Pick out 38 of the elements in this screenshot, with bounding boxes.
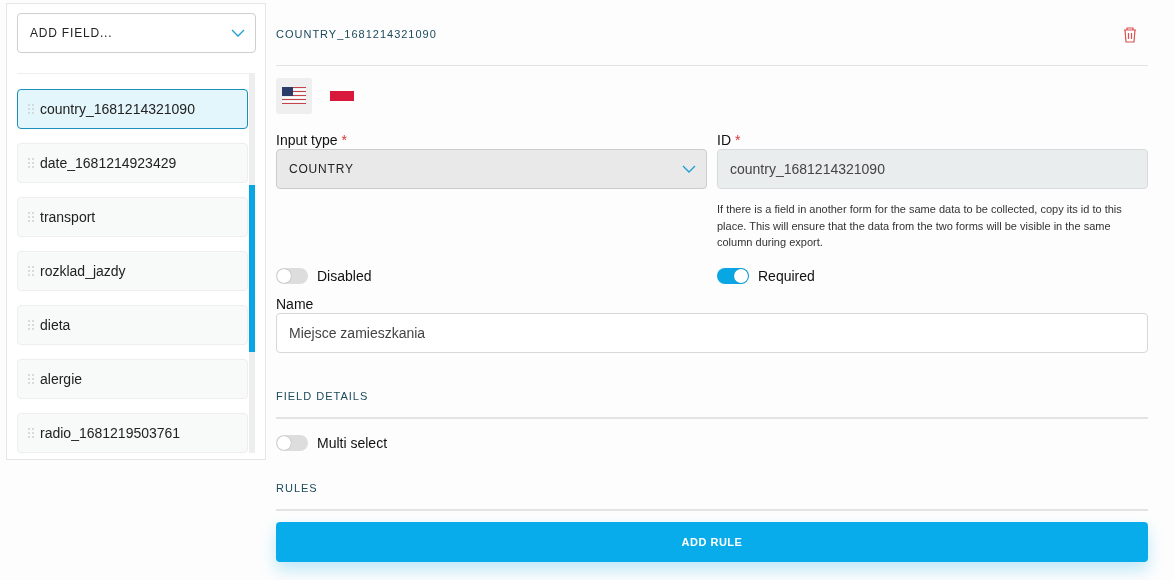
drag-handle-icon (28, 374, 34, 384)
field-label: Name (276, 295, 315, 312)
us-flag-icon (282, 87, 306, 105)
toggle-label: Required (758, 267, 815, 284)
drag-handle-icon (28, 104, 34, 114)
field-label: Input type * (276, 132, 348, 148)
toggle-label: Multi select (317, 434, 388, 451)
help-text: If there is a field in another form for the same data to be collected, copy its id to this place. This will ensure that the data from the two forms will be visible in the same column during export. (717, 202, 1123, 250)
field-list-item[interactable]: radio_1681219503761 (17, 413, 249, 453)
toggle-switch[interactable] (717, 267, 749, 284)
drag-handle-icon (28, 428, 34, 438)
chevron-down-icon (682, 165, 696, 173)
scrollbar[interactable] (249, 74, 255, 453)
drag-handle-icon (28, 212, 34, 222)
toggle-switch[interactable] (276, 267, 308, 284)
section-heading: RULES (276, 481, 1148, 511)
input-type-select[interactable]: COUNTRY (276, 149, 707, 189)
field-list-item[interactable]: dieta (17, 305, 249, 345)
drag-handle-icon (28, 320, 34, 330)
toggle-switch[interactable] (276, 434, 308, 451)
drag-handle-icon (28, 266, 34, 276)
field-list-item[interactable]: alergie (17, 359, 249, 399)
field-title: COUNTRY_1681214321090 (276, 28, 437, 40)
add-field-dropdown[interactable]: ADD FIELD... (17, 13, 256, 53)
drag-handle-icon (28, 158, 34, 168)
chevron-down-icon (231, 29, 245, 37)
id-field[interactable]: country_1681214321090 (717, 149, 1148, 189)
field-list-item[interactable]: rozklad_jazdy (17, 251, 249, 291)
language-button[interactable] (276, 78, 312, 114)
toggle-label: Disabled (317, 267, 372, 284)
name-field[interactable]: Miejsce zamieszkania (276, 312, 1148, 353)
field-list-item[interactable]: transport (17, 197, 249, 237)
field-list-item[interactable]: country_1681214321090 (17, 89, 249, 129)
field-list-item[interactable]: date_1681214923429 (17, 143, 249, 183)
delete-icon[interactable] (1122, 25, 1138, 43)
field-label: ID * (717, 132, 742, 148)
poland-flag-icon (330, 91, 354, 101)
section-heading: FIELD DETAILS (276, 389, 1148, 419)
